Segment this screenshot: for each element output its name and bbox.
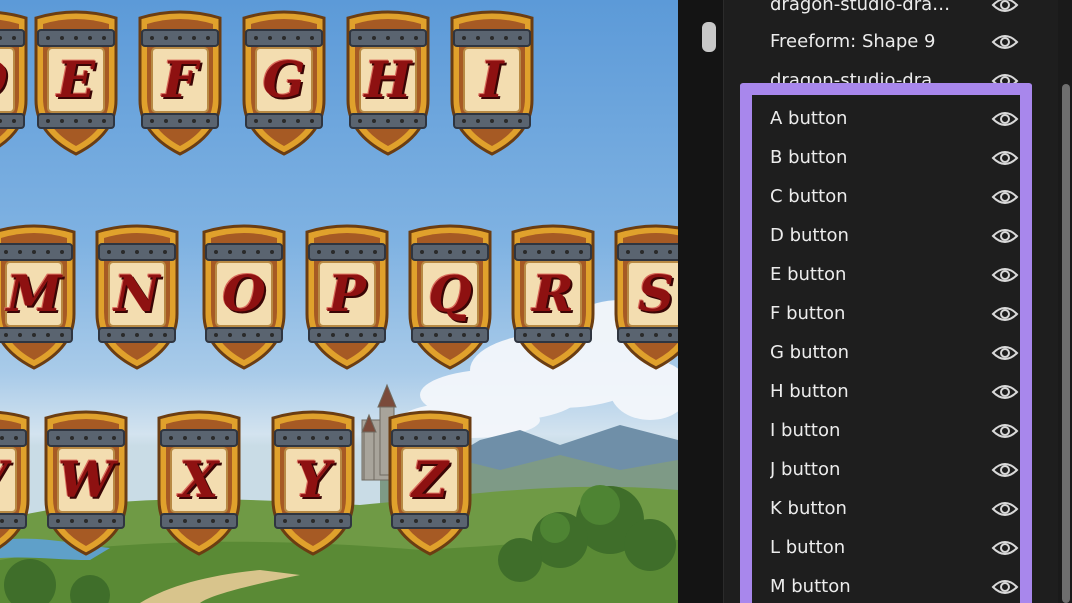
shield-letter: E xyxy=(56,50,96,109)
layer-row[interactable]: H button xyxy=(770,372,1020,411)
letter-shield-button[interactable]: V xyxy=(0,408,34,556)
letter-shield-button[interactable]: H xyxy=(342,8,434,156)
eye-icon[interactable] xyxy=(990,577,1020,597)
layer-row[interactable]: B button xyxy=(770,138,1020,177)
layer-row[interactable]: E button xyxy=(770,255,1020,294)
game-canvas[interactable]: D E F G H I xyxy=(0,0,678,603)
shield-letter: D xyxy=(0,52,32,108)
eye-icon[interactable] xyxy=(990,460,1020,480)
layer-row[interactable]: A button xyxy=(770,99,1020,138)
letter-shield-button[interactable]: X xyxy=(153,408,245,556)
layer-name: M button xyxy=(770,576,851,597)
letter-shield-button[interactable]: M xyxy=(0,222,80,370)
eye-icon[interactable] xyxy=(990,187,1020,207)
layer-name: F button xyxy=(770,303,846,324)
layer-row[interactable]: dragon-studio-dra… xyxy=(770,0,1020,24)
panel-gutter xyxy=(678,0,724,603)
layers-panel: dragon-studio-dra… Freeform: Shape 9 drago… xyxy=(678,0,1072,603)
layer-name: J button xyxy=(770,459,841,480)
layer-row[interactable]: J button xyxy=(770,450,1020,489)
eye-icon[interactable] xyxy=(990,109,1020,129)
gutter-scroll-thumb[interactable] xyxy=(702,22,716,52)
layer-row[interactable]: M button xyxy=(770,567,1020,603)
eye-icon[interactable] xyxy=(990,71,1020,91)
shield-letter: N xyxy=(114,264,160,323)
layer-name: I button xyxy=(770,420,841,441)
eye-icon[interactable] xyxy=(990,265,1020,285)
eye-icon[interactable] xyxy=(990,304,1020,324)
layer-name: A button xyxy=(770,108,848,129)
eye-icon[interactable] xyxy=(990,0,1020,15)
layer-name: dragon-studio-dra xyxy=(770,70,933,91)
layer-row[interactable]: dragon-studio-dra xyxy=(770,61,1020,100)
layer-name: H button xyxy=(770,381,849,402)
shield-letter: M xyxy=(6,264,62,323)
layer-row[interactable]: Freeform: Shape 9 xyxy=(770,22,1020,61)
layer-row[interactable]: L button xyxy=(770,528,1020,567)
layer-row[interactable]: F button xyxy=(770,294,1020,333)
layer-name: Freeform: Shape 9 xyxy=(770,31,936,52)
letter-shield-button[interactable]: F xyxy=(134,8,226,156)
letter-shield-button[interactable]: Y xyxy=(267,408,359,556)
eye-icon[interactable] xyxy=(990,32,1020,52)
layer-name: G button xyxy=(770,342,850,363)
shield-letter: Q xyxy=(428,264,472,323)
panel-scroll-thumb[interactable] xyxy=(1062,84,1070,603)
eye-icon[interactable] xyxy=(990,538,1020,558)
shield-letter: S xyxy=(637,264,675,323)
shield-letter: F xyxy=(162,50,198,109)
layer-row[interactable]: C button xyxy=(770,177,1020,216)
shield-letter: X xyxy=(179,450,219,509)
shield-letter: O xyxy=(222,264,266,323)
letter-shield-button[interactable]: G xyxy=(238,8,330,156)
eye-icon[interactable] xyxy=(990,343,1020,363)
letter-shield-button[interactable]: E xyxy=(30,8,122,156)
layer-row[interactable]: G button xyxy=(770,333,1020,372)
eye-icon[interactable] xyxy=(990,148,1020,168)
shield-letter: R xyxy=(532,264,574,323)
shield-letter: G xyxy=(262,50,306,109)
layer-row[interactable]: K button xyxy=(770,489,1020,528)
eye-icon[interactable] xyxy=(990,499,1020,519)
layer-name: D button xyxy=(770,225,849,246)
shield-letter: Y xyxy=(295,450,331,509)
letter-shield-button[interactable]: Q xyxy=(404,222,496,370)
layer-row[interactable]: I button xyxy=(770,411,1020,450)
shield-letter: P xyxy=(328,264,366,323)
shield-letter: W xyxy=(57,450,115,509)
shield-letter: V xyxy=(0,452,34,508)
eye-icon[interactable] xyxy=(990,226,1020,246)
layer-name: L button xyxy=(770,537,846,558)
eye-icon[interactable] xyxy=(990,382,1020,402)
layer-name: dragon-studio-dra… xyxy=(770,0,951,15)
layer-name: E button xyxy=(770,264,847,285)
letter-shield-button[interactable]: O xyxy=(198,222,290,370)
layer-row[interactable]: D button xyxy=(770,216,1020,255)
shield-letter: Z xyxy=(411,450,449,509)
letter-shield-button[interactable]: R xyxy=(507,222,599,370)
layer-name: K button xyxy=(770,498,847,519)
letter-shield-button[interactable]: P xyxy=(301,222,393,370)
layer-name: C button xyxy=(770,186,848,207)
letter-shield-button[interactable]: Z xyxy=(384,408,476,556)
letter-shield-button[interactable]: S xyxy=(610,222,678,370)
letter-shield-button[interactable]: N xyxy=(91,222,183,370)
eye-icon[interactable] xyxy=(990,421,1020,441)
shield-letter: I xyxy=(480,50,504,109)
letter-shield-button[interactable]: W xyxy=(40,408,132,556)
layer-name: B button xyxy=(770,147,848,168)
letter-shield-button[interactable]: I xyxy=(446,8,538,156)
letter-shield-button[interactable]: D xyxy=(0,8,32,156)
shield-letter: H xyxy=(364,50,412,109)
